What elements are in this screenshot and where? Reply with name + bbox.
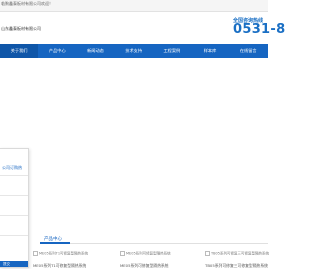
welcome-text: 临朐鑫泰板材有限公司欢迎！ [1, 1, 53, 6]
product-card[interactable]: ME05系列T1可修复型隔热系统 ME05系列T1可修复型隔热系统 [33, 251, 88, 268]
section-divider-accent [40, 242, 70, 244]
product-image[interactable]: ME05系列可修复型隔热系统 [120, 251, 171, 257]
float-divider [0, 215, 28, 216]
product-image[interactable]: ME05系列T1可修复型隔热系统 [33, 251, 88, 257]
hotline-number: 0531-8 [233, 22, 286, 37]
nav-message[interactable]: 在线留言 [229, 44, 267, 58]
top-bar: 临朐鑫泰板材有限公司欢迎！ [0, 0, 268, 12]
nav-products[interactable]: 产品中心 [38, 44, 76, 58]
float-submit-label: 提交 [3, 262, 10, 266]
section-divider [40, 243, 268, 244]
float-divider [0, 175, 28, 176]
float-panel-title: 公司订购热 [2, 165, 22, 170]
nav-about[interactable]: 关于我们 [0, 44, 39, 58]
float-divider [0, 195, 28, 196]
product-image[interactable]: TB05系列可修复三可修复型隔热系统 [205, 251, 269, 257]
company-name: 山东鑫泰板材有限公司 [1, 26, 41, 31]
nav-samples[interactable]: 样本库 [191, 44, 229, 58]
nav-support[interactable]: 技术支持 [115, 44, 153, 58]
product-card[interactable]: ME05系列可修复型隔热系统 ME05系列可修复型隔热系统 [120, 251, 171, 268]
floating-contact-panel: 公司订购热 提交 [0, 148, 29, 268]
main-nav: 关于我们 产品中心 新闻动态 技术支持 工程案例 样本库 在线留言 [0, 44, 268, 58]
product-card[interactable]: TB05系列可修复三可修复型隔热系统 TB05系列可修复三可修复型隔热系统 [205, 251, 269, 268]
nav-news[interactable]: 新闻动态 [76, 44, 114, 58]
float-submit-button[interactable]: 提交 [0, 261, 28, 267]
float-divider [0, 235, 28, 236]
nav-cases[interactable]: 工程案例 [153, 44, 191, 58]
